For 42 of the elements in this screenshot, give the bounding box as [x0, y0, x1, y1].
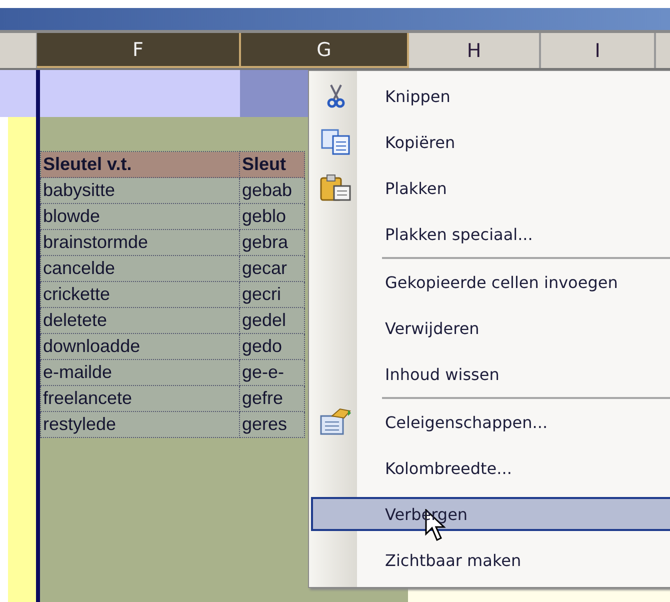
- menu-item[interactable]: Verwijderen: [311, 305, 670, 351]
- menu-item[interactable]: Zichtbaar maken: [311, 537, 670, 583]
- table-cell: gedo: [240, 334, 304, 360]
- table-cell: deletete: [40, 308, 240, 334]
- menu-item[interactable]: Gekopieerde cellen invoegen: [311, 259, 670, 305]
- table-cell: geblo: [240, 204, 304, 230]
- table-cell: gefre: [240, 386, 304, 412]
- column-heading: Sleutel v.t.: [40, 152, 240, 178]
- column-heading: Sleut: [240, 152, 304, 178]
- scissors-icon: [327, 84, 345, 108]
- column-header[interactable]: H: [409, 33, 541, 68]
- menu-item[interactable]: Kopiëren: [311, 119, 670, 165]
- table-cell: gebab: [240, 178, 304, 204]
- column-header[interactable]: F: [37, 33, 241, 68]
- table-cell: e-mailde: [40, 360, 240, 386]
- copy-icon: [321, 129, 351, 155]
- table-cell: gedel: [240, 308, 304, 334]
- table-cell: gebra: [240, 230, 304, 256]
- table-cell: crickette: [40, 282, 240, 308]
- table-cell: gecar: [240, 256, 304, 282]
- table-cell: gecri: [240, 282, 304, 308]
- table-cell: ge-e-: [240, 360, 304, 386]
- table-cell: restylede: [40, 412, 240, 438]
- menu-item[interactable]: Inhoud wissen: [311, 351, 670, 397]
- table-cell: babysitte: [40, 178, 240, 204]
- menu-item[interactable]: Celeigenschappen...: [311, 399, 670, 445]
- table-cell: cancelde: [40, 256, 240, 282]
- table-cell: geres: [240, 412, 304, 438]
- column-header[interactable]: G: [241, 33, 409, 68]
- column-header[interactable]: I: [541, 33, 656, 68]
- table-cell: brainstormde: [40, 230, 240, 256]
- row-header[interactable]: [8, 117, 36, 602]
- table-cell: downloadde: [40, 334, 240, 360]
- clipboard-icon: [320, 174, 352, 202]
- row-header[interactable]: [0, 70, 36, 117]
- menu-item[interactable]: Plakken: [311, 165, 670, 211]
- table-cell: freelancete: [40, 386, 240, 412]
- menu-item[interactable]: Kolombreedte...: [311, 445, 670, 491]
- table-cell: blowde: [40, 204, 240, 230]
- menu-item[interactable]: Plakken speciaal...: [311, 211, 670, 257]
- menu-item[interactable]: Knippen: [311, 73, 670, 119]
- cell-properties-icon: [320, 408, 352, 436]
